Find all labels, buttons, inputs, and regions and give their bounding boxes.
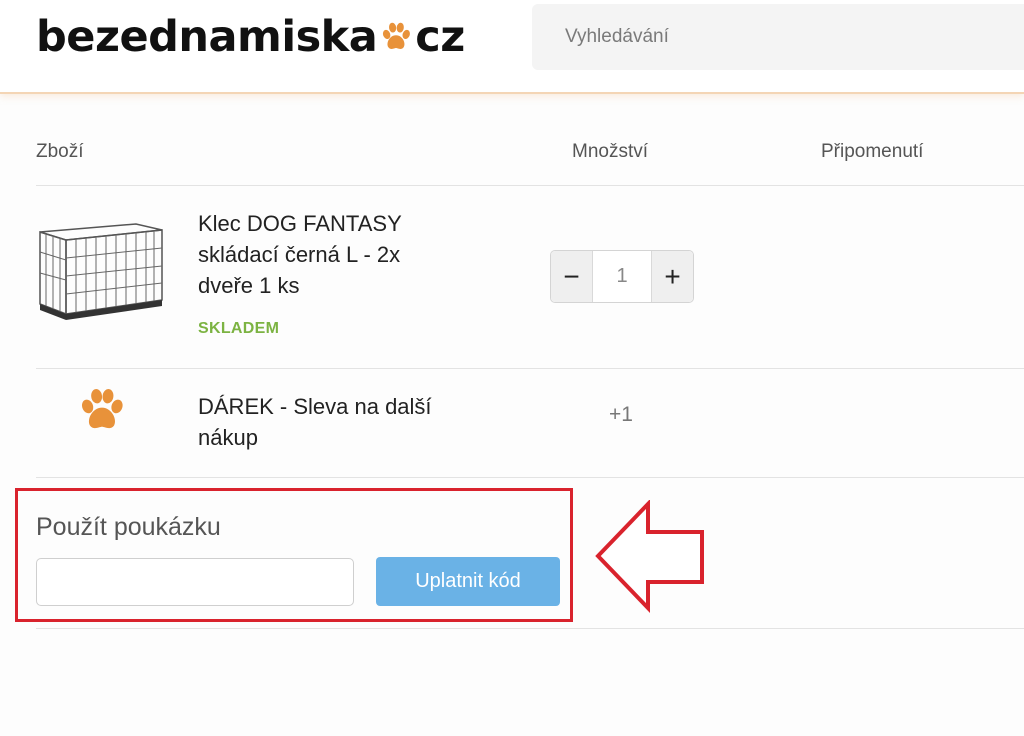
column-header-quantity: Množství xyxy=(572,141,649,162)
table-divider xyxy=(36,628,1024,629)
gift-paw-icon xyxy=(81,389,123,429)
decrease-quantity-button[interactable]: − xyxy=(551,251,592,302)
voucher-title: Použít poukázku xyxy=(36,513,221,541)
product-name-line: Klec DOG FANTASY xyxy=(198,211,402,236)
column-header-goods: Zboží xyxy=(36,141,84,162)
table-divider xyxy=(36,368,1024,369)
product-name-line: skládací černá L - 2x xyxy=(198,242,401,267)
quantity-input[interactable] xyxy=(592,251,652,302)
column-header-reminder: Připomenutí xyxy=(821,141,924,162)
gift-item-name: DÁREK - Sleva na další nákup xyxy=(198,391,458,453)
arrow-left-icon xyxy=(595,500,704,613)
product-name[interactable]: Klec DOG FANTASY skládací černá L - 2x d… xyxy=(198,208,458,301)
quantity-stepper: − + xyxy=(550,250,694,303)
product-image-dog-cage[interactable] xyxy=(36,218,166,322)
table-divider xyxy=(36,185,1024,186)
site-logo[interactable]: bezednamiska cz xyxy=(36,12,465,62)
product-name-line: dveře 1 ks xyxy=(198,273,300,298)
gift-name-line: DÁREK - Sleva na další xyxy=(198,394,432,419)
logo-text-left: bezednamiska xyxy=(36,12,378,62)
apply-code-button[interactable]: Uplatnit kód xyxy=(376,557,560,606)
paw-icon xyxy=(383,22,411,49)
logo-text-right: cz xyxy=(415,12,465,62)
site-header: bezednamiska cz xyxy=(0,0,1024,92)
voucher-code-input[interactable] xyxy=(36,558,354,606)
stock-status-badge: SKLADEM xyxy=(198,320,280,337)
gift-quantity: +1 xyxy=(609,403,633,426)
search-input[interactable] xyxy=(532,4,1024,70)
gift-name-line: nákup xyxy=(198,425,258,450)
increase-quantity-button[interactable]: + xyxy=(652,251,693,302)
table-divider xyxy=(36,477,1024,478)
